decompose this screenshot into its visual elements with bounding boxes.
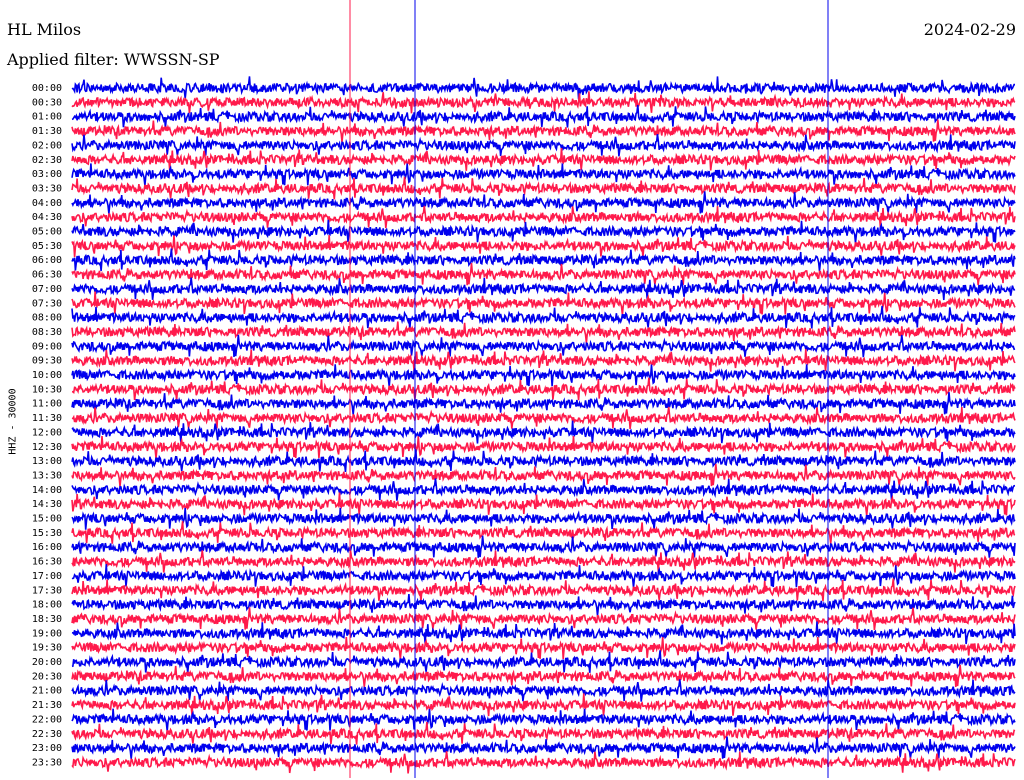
row-time-label: 15:00 (32, 514, 62, 525)
row-time-label: 03:00 (32, 169, 62, 180)
seismic-trace (71, 219, 1016, 244)
row-time-label: 14:00 (32, 485, 62, 496)
seismic-trace (71, 321, 1016, 343)
seismic-trace (71, 492, 1016, 516)
seismic-trace (71, 436, 1016, 459)
row-time-label: 15:30 (32, 528, 62, 539)
seismic-trace (71, 163, 1016, 186)
seismic-trace (71, 364, 1016, 387)
row-time-label: 19:30 (32, 643, 62, 654)
row-time-label: 05:00 (32, 227, 62, 238)
row-time-label: 10:30 (32, 384, 62, 395)
seismic-trace (71, 736, 1016, 760)
seismic-trace (71, 578, 1016, 602)
seismic-trace (71, 607, 1016, 631)
seismic-trace (71, 550, 1016, 573)
row-time-label: 10:00 (32, 370, 62, 381)
row-time-label: 22:30 (32, 729, 62, 740)
seismic-trace (71, 248, 1016, 272)
row-time-label: 02:00 (32, 140, 62, 151)
row-time-label: 13:30 (32, 470, 62, 481)
seismic-trace (71, 636, 1016, 660)
row-time-label: 06:00 (32, 255, 62, 266)
seismic-trace (71, 119, 1016, 142)
seismic-trace (71, 679, 1016, 702)
seismic-trace (71, 104, 1016, 129)
seismic-trace (71, 722, 1016, 745)
seismic-trace (71, 76, 1015, 100)
row-time-label: 07:30 (32, 298, 62, 309)
seismic-trace (71, 291, 1016, 315)
seismic-trace (71, 263, 1016, 286)
row-time-label: 22:00 (32, 714, 62, 725)
row-time-label: 12:30 (32, 442, 62, 453)
row-time-label: 01:00 (32, 112, 62, 123)
seismic-trace (71, 176, 1016, 200)
row-time-label: 20:30 (32, 671, 62, 682)
seismic-trace (71, 392, 1016, 415)
row-time-label: 12:00 (32, 427, 62, 438)
row-time-label: 00:00 (32, 83, 62, 94)
seismic-trace (71, 478, 1016, 501)
row-time-label: 11:00 (32, 399, 62, 410)
row-time-label: 06:30 (32, 270, 62, 281)
seismic-trace (71, 377, 1016, 401)
seismic-trace (71, 134, 1016, 157)
row-time-label: 18:30 (32, 614, 62, 625)
row-time-label: 21:00 (32, 686, 62, 697)
row-time-label: 00:30 (32, 97, 62, 108)
seismic-trace (71, 664, 1016, 688)
seismic-trace (71, 650, 1016, 674)
row-time-label: 09:30 (32, 356, 62, 367)
seismic-trace (71, 191, 1016, 214)
row-time-label: 04:30 (32, 212, 62, 223)
seismic-trace (71, 305, 1016, 330)
row-time-label: 08:00 (32, 313, 62, 324)
seismic-trace (71, 708, 1016, 731)
row-time-label: 17:00 (32, 571, 62, 582)
seismic-trace (71, 507, 1016, 530)
seismic-trace (71, 235, 1016, 258)
seismic-trace (71, 277, 1016, 301)
seismogram-plot: 00:00 00:30 01:00 01:30 02:00 02:30 03:00 03:30… (32, 0, 1016, 778)
seismic-trace (71, 693, 1016, 717)
row-time-label: 13:00 (32, 456, 62, 467)
row-time-label: 23:30 (32, 757, 62, 768)
row-time-label: 05:30 (32, 241, 62, 252)
seismic-trace (71, 594, 1016, 616)
seismic-trace (71, 535, 1016, 558)
row-time-label: 19:00 (32, 628, 62, 639)
seismic-trace (71, 420, 1016, 444)
row-time-label: 18:00 (32, 600, 62, 611)
row-time-label: 11:30 (32, 413, 62, 424)
seismic-trace (71, 463, 1016, 487)
row-time-label: 09:00 (32, 341, 62, 352)
seismic-trace (71, 348, 1016, 372)
row-time-label: 16:00 (32, 542, 62, 553)
row-time-label: 21:30 (32, 700, 62, 711)
row-time-label: 16:30 (32, 557, 62, 568)
row-time-label: 17:30 (32, 585, 62, 596)
row-time-label: 04:00 (32, 198, 62, 209)
row-time-label: 08:30 (32, 327, 62, 338)
seismic-trace (71, 406, 1016, 430)
row-time-label: 03:30 (32, 183, 62, 194)
row-time-label: 14:30 (32, 499, 62, 510)
seismic-trace (71, 148, 1016, 171)
row-time-label: 23:00 (32, 743, 62, 754)
row-time-label: 02:30 (32, 155, 62, 166)
row-time-label: 01:30 (32, 126, 62, 137)
row-time-label: 20:00 (32, 657, 62, 668)
seismic-trace (71, 205, 1016, 229)
seismic-trace (71, 751, 1016, 774)
seismic-trace (71, 449, 1016, 472)
row-time-label: 07:00 (32, 284, 62, 295)
